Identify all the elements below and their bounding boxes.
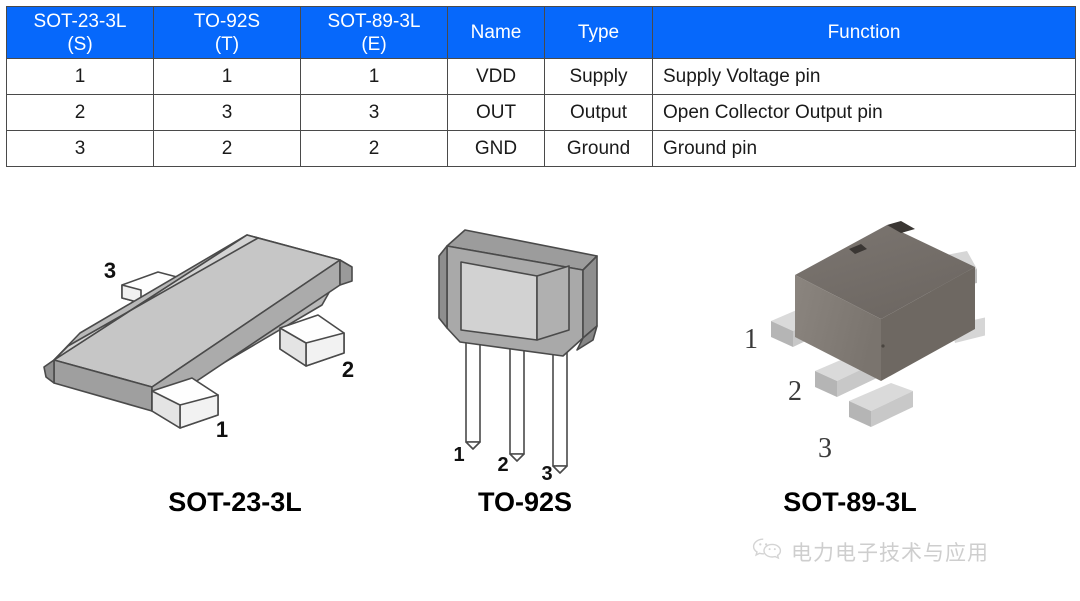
watermark: 电力电子技术与应用 xyxy=(752,537,989,567)
table-header: SOT-23-3L (S) TO-92S (T) SOT-89-3L (E) N… xyxy=(6,6,1076,59)
cell-to92s-pin: 3 xyxy=(153,94,301,131)
column-header-to92s-line2: (T) xyxy=(214,33,240,55)
cell-sot89-pin: 1 xyxy=(300,58,448,95)
cell-to92s-pin: 2 xyxy=(153,130,301,167)
lead-2 xyxy=(509,335,525,462)
lead-3 xyxy=(552,335,568,474)
watermark-text: 电力电子技术与应用 xyxy=(791,541,989,565)
column-header-sot89: SOT-89-3L (E) xyxy=(300,6,448,59)
column-header-function: Function xyxy=(652,6,1076,59)
callout-pin-2: 2 xyxy=(342,357,354,382)
column-header-to92s-line1: TO-92S xyxy=(193,10,261,32)
cell-sot89-pin: 2 xyxy=(300,130,448,167)
callout-pin-3: 3 xyxy=(104,258,116,283)
sot-23-3l-svg: 3 1 2 xyxy=(43,234,354,442)
cell-pin-name: GND xyxy=(447,130,545,167)
package-body xyxy=(795,221,975,381)
sot-89-3l-svg: 1 2 3 xyxy=(744,221,985,464)
callout-pin-3: 3 xyxy=(818,433,832,464)
column-header-sot23: SOT-23-3L (S) xyxy=(6,6,154,59)
cell-pin-name: VDD xyxy=(447,58,545,95)
column-header-sot23-line1: SOT-23-3L xyxy=(33,10,127,32)
cell-pin-type: Output xyxy=(544,94,653,131)
wechat-icon-svg xyxy=(752,538,782,560)
callout-pin-2: 2 xyxy=(497,454,508,476)
package-label-sot-23-3l: SOT-23-3L xyxy=(168,487,302,517)
package-label-sot-89-3l: SOT-89-3L xyxy=(783,487,917,517)
column-header-sot89-line1: SOT-89-3L xyxy=(327,10,421,32)
pin-description-table: SOT-23-3L (S) TO-92S (T) SOT-89-3L (E) N… xyxy=(6,6,1076,167)
to-92s-svg: 1 2 3 xyxy=(438,229,598,480)
cell-pin-function: Ground pin xyxy=(652,130,1076,167)
cell-sot23-pin: 1 xyxy=(6,58,154,95)
cell-sot89-pin: 3 xyxy=(300,94,448,131)
column-header-name: Name xyxy=(447,6,545,59)
cell-sot23-pin: 2 xyxy=(6,94,154,131)
cell-pin-function: Open Collector Output pin xyxy=(652,94,1076,131)
table-row: 2 3 3 OUT Output Open Collector Output p… xyxy=(6,94,1076,131)
table-row: 1 1 1 VDD Supply Supply Voltage pin xyxy=(6,58,1076,95)
lead-3 xyxy=(849,383,913,427)
package-body xyxy=(438,229,598,357)
callout-pin-2: 2 xyxy=(788,376,802,407)
callout-pin-3: 3 xyxy=(541,463,552,480)
column-header-sot23-line2: (S) xyxy=(67,33,93,55)
callout-pin-1: 1 xyxy=(216,417,228,442)
cell-to92s-pin: 1 xyxy=(153,58,301,95)
table-body: 1 1 1 VDD Supply Supply Voltage pin 2 3 … xyxy=(6,58,1076,167)
datasheet-page: SOT-23-3L (S) TO-92S (T) SOT-89-3L (E) N… xyxy=(0,0,1080,601)
lead-1 xyxy=(465,335,481,450)
cell-sot23-pin: 3 xyxy=(6,130,154,167)
sot-89-3l-package-drawing: 1 2 3 xyxy=(715,215,985,475)
callout-pin-1: 1 xyxy=(453,444,464,466)
cell-pin-function: Supply Voltage pin xyxy=(652,58,1076,95)
wechat-icon xyxy=(752,537,782,567)
package-label-to-92s: TO-92S xyxy=(477,487,573,517)
table-header-row: SOT-23-3L (S) TO-92S (T) SOT-89-3L (E) N… xyxy=(6,6,1076,59)
table-row: 3 2 2 GND Ground Ground pin xyxy=(6,130,1076,167)
cell-pin-name: OUT xyxy=(447,94,545,131)
cell-pin-type: Supply xyxy=(544,58,653,95)
cell-pin-type: Ground xyxy=(544,130,653,167)
column-header-type: Type xyxy=(544,6,653,59)
sot-23-3l-package-drawing: 3 1 2 xyxy=(40,215,380,465)
column-header-sot89-line2: (E) xyxy=(361,33,387,55)
body-mark xyxy=(881,344,885,348)
to-92s-package-drawing: 1 2 3 xyxy=(425,218,625,480)
callout-pin-1: 1 xyxy=(744,324,758,355)
column-header-to92s: TO-92S (T) xyxy=(153,6,301,59)
